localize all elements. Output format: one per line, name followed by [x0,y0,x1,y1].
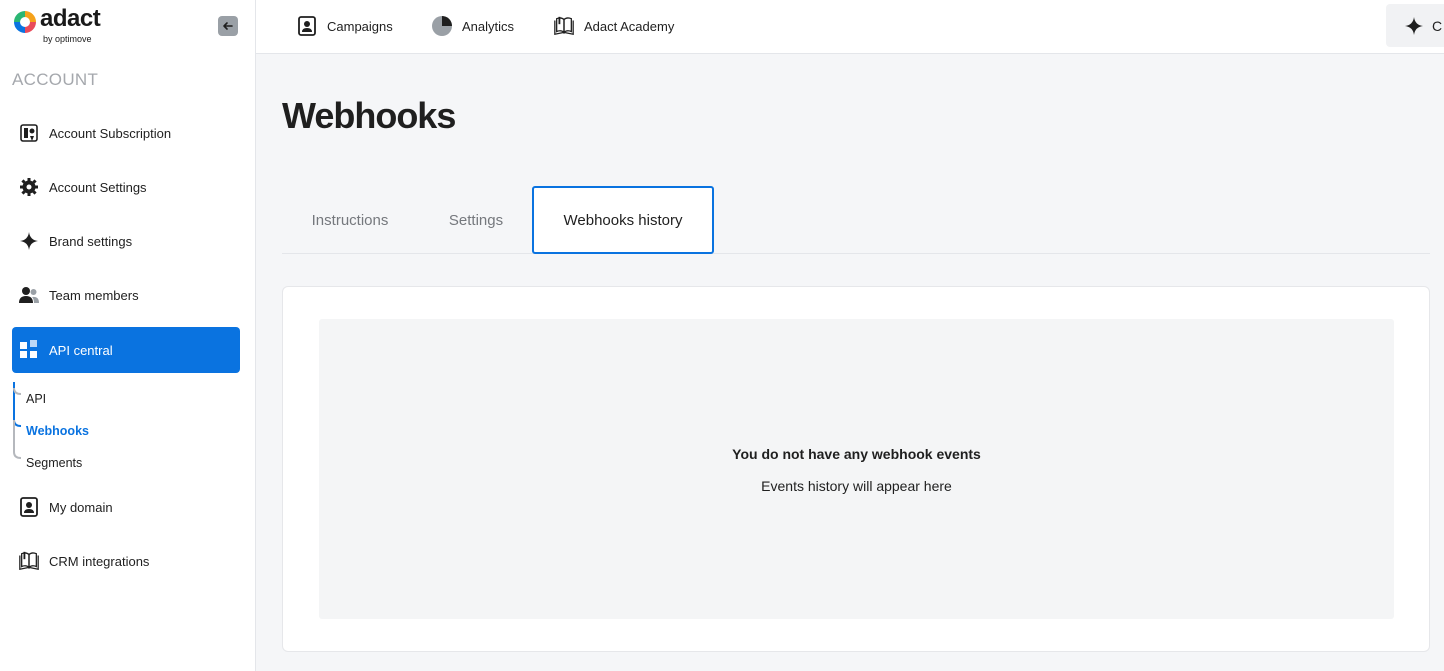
tab-webhooks-history[interactable]: Webhooks history [532,186,714,254]
subnav-item-api[interactable]: API [26,392,46,406]
sparkle-icon [1405,16,1423,35]
sidebar-item-label: Account Settings [49,179,147,195]
top-navigation-bar: Campaigns Analytics Adact Academy C [256,0,1444,54]
sidebar-item-label: Brand settings [49,233,133,249]
empty-state-subtitle: Events history will appear here [761,478,952,494]
top-link-label: Analytics [462,18,515,34]
subscription-icon [18,122,40,144]
pie-chart-icon [431,15,453,37]
book-icon [553,15,575,37]
book-icon [18,550,40,572]
arrow-left-icon [223,22,233,30]
brand-byline: by optimove [43,34,92,44]
top-link-campaigns[interactable]: Campaigns [296,12,393,40]
page-title: Webhooks [282,95,456,136]
sidebar-item-my-domain[interactable]: My domain [12,484,240,530]
subnav-tree-lines [13,382,22,459]
sidebar-item-label: Account Subscription [49,125,172,141]
sidebar-item-api-central[interactable]: API central [12,327,240,373]
webhooks-history-panel: You do not have any webhook events Event… [282,286,1430,652]
subnav-item-webhooks[interactable]: Webhooks [26,424,89,438]
top-link-analytics[interactable]: Analytics [431,12,514,40]
tab-instructions[interactable]: Instructions [292,186,408,254]
sidebar-item-label: My domain [49,499,113,515]
empty-state: You do not have any webhook events Event… [319,319,1394,619]
domain-icon [18,496,40,518]
webhooks-tabs: Instructions Settings Webhooks history [282,186,1430,254]
sidebar-item-team-members[interactable]: Team members [12,272,240,318]
adact-logo-icon [14,11,36,33]
subnav-item-segments[interactable]: Segments [26,456,82,470]
team-icon [18,284,40,306]
tab-settings[interactable]: Settings [432,186,520,254]
brand-name: adact [40,5,101,32]
gear-icon [18,176,40,198]
sidebar-item-label: CRM integrations [49,553,150,569]
sidebar: adact by optimove ACCOUNT Account Subscr… [0,0,256,671]
sparkle-icon [18,230,40,252]
campaigns-icon [296,15,318,37]
sidebar-item-label: API central [49,342,113,358]
sidebar-item-account-subscription[interactable]: Account Subscription [12,110,240,156]
ai-assistant-button[interactable]: C [1386,4,1444,47]
collapse-sidebar-button[interactable] [218,16,238,36]
api-central-subnav: API Webhooks Segments [12,382,240,470]
empty-state-title: You do not have any webhook events [732,446,981,462]
sidebar-section-title: ACCOUNT [12,70,99,89]
top-link-label: Adact Academy [584,18,675,34]
sidebar-item-brand-settings[interactable]: Brand settings [12,218,240,264]
sidebar-item-account-settings[interactable]: Account Settings [12,164,240,210]
sidebar-item-label: Team members [49,287,139,303]
sidebar-item-crm-integrations[interactable]: CRM integrations [12,538,240,584]
ai-assistant-label: C [1432,17,1443,34]
top-link-adact-academy[interactable]: Adact Academy [553,12,674,40]
top-link-label: Campaigns [327,18,393,34]
grid-icon [18,339,40,361]
